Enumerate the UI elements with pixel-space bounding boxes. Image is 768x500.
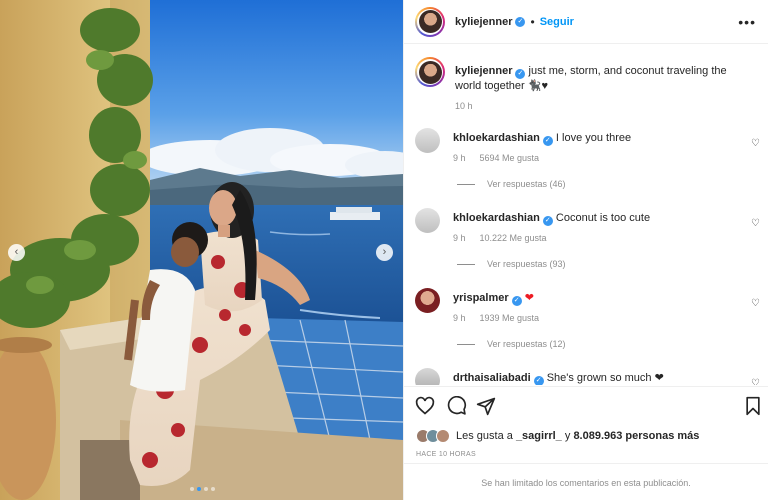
post-side-panel: kyliejenner ✓ • Seguir ••• kyliejenner ✓ … <box>403 0 768 500</box>
comment-meta: 9 h 10.222 Me gusta <box>453 233 547 243</box>
liker-avatar <box>436 429 450 443</box>
carousel-dot <box>204 487 208 491</box>
carousel-dot <box>211 487 215 491</box>
carousel-dot-active <box>197 487 201 491</box>
follow-button[interactable]: Seguir <box>540 16 574 28</box>
verified-icon: ✓ <box>533 376 544 385</box>
comment-icon[interactable] <box>447 396 467 416</box>
caption-text-block: kyliejenner ✓ just me, storm, and coconut… <box>455 64 753 93</box>
comment-likes[interactable]: 5694 Me gusta <box>480 153 540 163</box>
caption-username[interactable]: kyliejenner <box>455 65 512 77</box>
view-replies-button[interactable]: Ver respuestas (93) <box>457 259 566 269</box>
view-replies-label: Ver respuestas (46) <box>487 179 566 189</box>
comment-text: Coconut is too cute <box>555 212 651 224</box>
bookmark-icon[interactable] <box>744 396 762 416</box>
commenter-avatar[interactable] <box>415 368 440 385</box>
caption-avatar[interactable] <box>415 57 445 87</box>
previous-photo-button[interactable]: ‹ <box>8 244 25 261</box>
post-actions: Les gusta a _sagirrl_ y 8.089.963 person… <box>404 386 768 488</box>
post-photo[interactable]: ‹ › <box>0 0 403 500</box>
verified-icon: ✓ <box>515 16 526 27</box>
comment-like-heart-icon[interactable]: ♡ <box>751 138 760 149</box>
comment-text-block: khloekardashian ✓ I love you three <box>453 131 743 146</box>
action-bar <box>404 387 768 425</box>
verified-icon: ✓ <box>515 69 526 79</box>
caption-time[interactable]: 10 h <box>455 101 473 111</box>
commenter-username[interactable]: drthaisaliabadi <box>453 372 531 384</box>
likes-summary[interactable]: Les gusta a _sagirrl_ y 8.089.963 person… <box>416 429 699 443</box>
likes-text: Les gusta a _sagirrl_ y 8.089.963 person… <box>456 430 699 442</box>
verified-icon: ✓ <box>542 136 553 146</box>
commenter-avatar[interactable] <box>415 128 440 153</box>
commenter-username[interactable]: khloekardashian <box>453 132 540 144</box>
author-username[interactable]: kyliejenner <box>455 16 512 28</box>
comment-meta: 9 h 5694 Me gusta <box>453 153 539 163</box>
view-replies-label: Ver respuestas (12) <box>487 339 566 349</box>
commenter-avatar[interactable] <box>415 208 440 233</box>
next-photo-button[interactable]: › <box>376 244 393 261</box>
share-icon[interactable] <box>476 396 496 416</box>
likes-count[interactable]: 8.089.963 personas más <box>573 430 699 442</box>
liker-username[interactable]: _sagirrl_ <box>516 430 562 442</box>
comment-text-block: khloekardashian ✓ Coconut is too cute <box>453 211 743 226</box>
comments-limited-notice: Se han limitado los comentarios en esta … <box>404 463 768 500</box>
comment-text-block: drthaisaliabadi ✓ She's grown so much ❤ <box>453 371 743 385</box>
carousel-dot <box>190 487 194 491</box>
comment-text-block: yrispalmer ✓ ❤ <box>453 291 743 306</box>
separator-dot: • <box>530 14 535 29</box>
more-options-icon[interactable]: ••• <box>738 14 756 30</box>
posted-time[interactable]: HACE 10 HORAS <box>416 451 476 458</box>
post-header: kyliejenner ✓ • Seguir ••• <box>404 0 768 44</box>
comment-time[interactable]: 9 h <box>453 313 466 323</box>
heart-icon[interactable] <box>415 396 435 416</box>
comments-list[interactable]: kyliejenner ✓ just me, storm, and coconut… <box>404 45 768 385</box>
comment-like-heart-icon[interactable]: ♡ <box>751 378 760 385</box>
comment-time[interactable]: 9 h <box>453 233 466 243</box>
comment-text: ❤ <box>524 292 534 304</box>
post-caption: kyliejenner ✓ just me, storm, and coconut… <box>415 57 755 111</box>
view-replies-button[interactable]: Ver respuestas (46) <box>457 179 566 189</box>
photo-scene <box>0 0 403 500</box>
commenter-username[interactable]: khloekardashian <box>453 212 540 224</box>
comment-time[interactable]: 9 h <box>453 153 466 163</box>
view-replies-label: Ver respuestas (93) <box>487 259 566 269</box>
comment-text: She's grown so much ❤ <box>546 372 664 384</box>
likes-middle: y <box>561 430 574 442</box>
comment-meta: 9 h 1939 Me gusta <box>453 313 539 323</box>
comment-text: I love you three <box>555 132 632 144</box>
likes-prefix: Les gusta a <box>456 430 516 442</box>
verified-icon: ✓ <box>542 216 553 226</box>
commenter-avatar[interactable] <box>415 288 440 313</box>
carousel-indicator <box>190 487 215 491</box>
comment-likes[interactable]: 1939 Me gusta <box>480 313 540 323</box>
view-replies-button[interactable]: Ver respuestas (12) <box>457 339 566 349</box>
commenter-username[interactable]: yrispalmer <box>453 292 509 304</box>
comment-like-heart-icon[interactable]: ♡ <box>751 298 760 309</box>
author-avatar[interactable] <box>415 6 445 37</box>
verified-icon: ✓ <box>511 296 522 306</box>
comment-likes[interactable]: 10.222 Me gusta <box>480 233 547 243</box>
comment-like-heart-icon[interactable]: ♡ <box>751 218 760 229</box>
